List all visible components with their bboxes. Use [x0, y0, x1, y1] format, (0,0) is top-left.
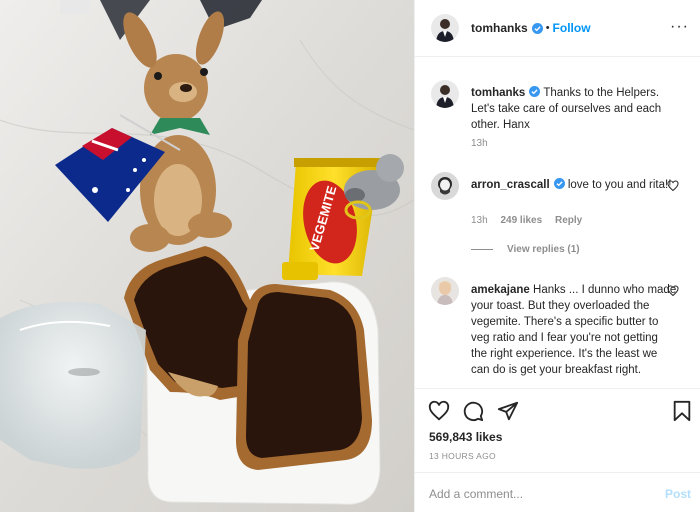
separator-dot: • [545, 22, 550, 34]
view-replies-button[interactable]: View replies (1) [471, 244, 580, 255]
comment-meta: 13h [471, 138, 498, 149]
like-comment-heart-icon[interactable] [667, 285, 679, 297]
heart-icon[interactable] [428, 400, 450, 422]
replies-divider [471, 249, 493, 250]
comment-body: tomhanks Thanks to the Helpers. Let's ta… [471, 85, 677, 133]
comment-input[interactable] [429, 484, 649, 504]
post-comment-button[interactable]: Post [665, 487, 691, 501]
comment-time[interactable]: 13h [471, 138, 488, 149]
comments-list: tomhanks Thanks to the Helpers. Let's ta… [415, 58, 700, 388]
follow-button[interactable]: Follow [553, 21, 591, 35]
avatar[interactable] [431, 277, 459, 305]
comment-meta: 13h 249 likes Reply [471, 215, 592, 226]
view-replies-label: View replies (1) [507, 244, 580, 255]
comment-time[interactable]: 13h [471, 215, 488, 226]
comment-text: Hanks ... I dunno who made your toast. B… [471, 284, 677, 376]
likes-count[interactable]: 569,843 likes [429, 430, 502, 444]
comment-text: love to you and rita!! [567, 179, 672, 191]
post-date[interactable]: 13 HOURS AGO [429, 451, 496, 461]
comment-username[interactable]: tomhanks [471, 87, 525, 99]
water-glass [0, 301, 146, 469]
reply-button[interactable]: Reply [555, 215, 582, 226]
comment-body: arron_crascall love to you and rita!! [471, 177, 677, 193]
verified-badge-icon [553, 178, 565, 189]
header-username[interactable]: tomhanks [471, 21, 528, 35]
share-icon[interactable] [497, 400, 519, 422]
photo-illustration: VEGEMITE [0, 0, 414, 512]
avatar[interactable] [431, 80, 459, 108]
post-side-panel: tomhanks • Follow ··· tomhanks Thanks to… [414, 0, 700, 512]
avatar[interactable] [431, 14, 459, 42]
comment-likes[interactable]: 249 likes [500, 215, 542, 226]
profile-photo-icon [431, 80, 459, 108]
profile-photo-icon [431, 172, 459, 200]
more-options-icon[interactable]: ··· [670, 18, 689, 36]
comment-body: amekajane Hanks ... I dunno who made you… [471, 282, 677, 378]
instagram-post: VEGEMITE tomhanks • Follow ··· tomhanks … [0, 0, 700, 512]
profile-photo-icon [431, 14, 459, 42]
verified-badge-icon [529, 86, 541, 97]
verified-badge-icon [531, 22, 543, 34]
avatar[interactable] [431, 172, 459, 200]
comment-username[interactable]: arron_crascall [471, 179, 550, 191]
comment-icon[interactable] [462, 400, 484, 422]
profile-photo-icon [431, 277, 459, 305]
toast-right [236, 284, 372, 470]
post-photo[interactable]: VEGEMITE [0, 0, 414, 512]
add-comment-bar: Post [415, 472, 700, 512]
like-comment-heart-icon[interactable] [667, 180, 679, 192]
post-actions: 569,843 likes 13 HOURS AGO [415, 388, 700, 472]
bookmark-icon[interactable] [671, 400, 693, 422]
post-header: tomhanks • Follow ··· [415, 0, 700, 57]
comment-username[interactable]: amekajane [471, 284, 530, 296]
